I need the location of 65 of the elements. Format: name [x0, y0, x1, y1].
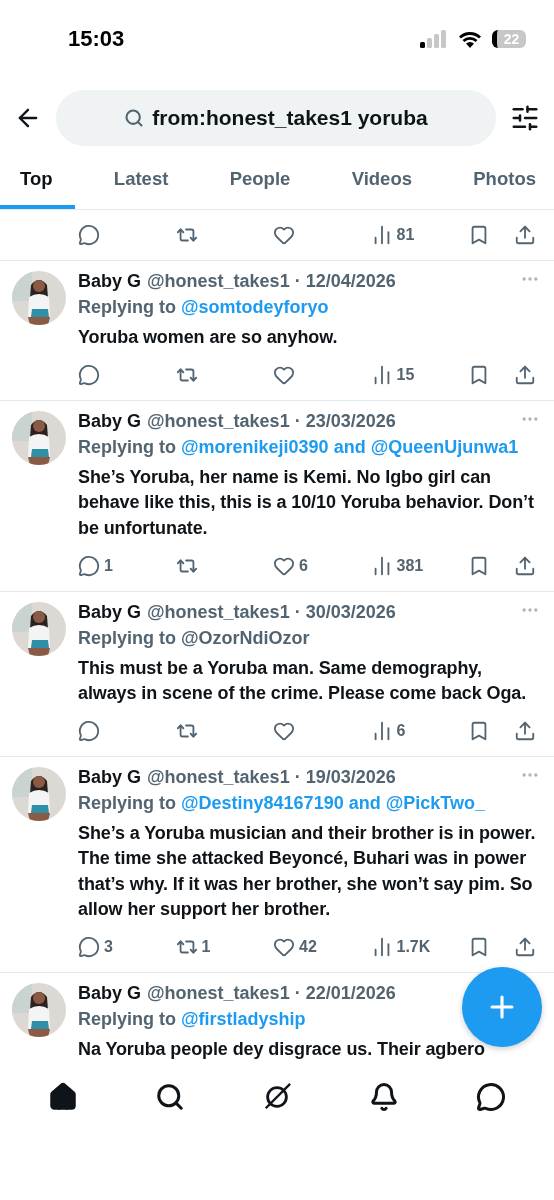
nav-button[interactable]: [368, 1082, 399, 1113]
author-name: Baby G: [78, 411, 142, 433]
replying-to-label: Replying to: [78, 627, 176, 649]
tab[interactable]: Latest: [91, 152, 191, 209]
bell-icon: [368, 1082, 399, 1113]
tab[interactable]: Videos: [329, 152, 434, 209]
status-time: 15:03: [68, 26, 125, 52]
like-button[interactable]: 42: [273, 935, 371, 958]
like-button[interactable]: 6: [273, 554, 371, 577]
settings-icon: [510, 103, 540, 133]
author-name: Baby G: [78, 601, 142, 623]
handle-and-date: @honest_takes1 · 22/01/2026: [147, 982, 396, 1004]
share-icon: [514, 224, 536, 246]
speech-bubble-icon: [475, 1082, 506, 1113]
home-icon: [48, 1082, 79, 1113]
nav-button[interactable]: [155, 1082, 186, 1113]
views-button[interactable]: 81: [370, 224, 468, 246]
speech-bubble-icon: [78, 720, 100, 743]
search-icon: [124, 108, 145, 128]
speech-bubble-icon: [78, 935, 100, 958]
heart-icon: [273, 364, 295, 387]
tab[interactable]: People: [207, 152, 313, 209]
handle-and-date: @honest_takes1 · 12/04/2026: [147, 271, 396, 292]
replying-to-label: Replying to: [78, 297, 176, 318]
speech-bubble-icon: [78, 224, 100, 246]
reply-button[interactable]: 3: [78, 935, 176, 958]
views-button[interactable]: 15: [370, 364, 468, 387]
tweet-text: She’s a Yoruba musician and their brother is in power. The time she attacked Beyoncé, Buhari was in power that’s why. If it was her brother, she won’t say pim. So allow her support her brother.: [78, 822, 537, 921]
nav-button[interactable]: [475, 1082, 506, 1113]
settings-button[interactable]: [510, 103, 540, 133]
tab[interactable]: Top: [0, 152, 75, 209]
views-button[interactable]: 381: [370, 554, 468, 577]
handle-and-date: @honest_takes1 · 19/03/2026: [147, 767, 396, 789]
speech-bubble-icon: [78, 364, 100, 387]
reply-button[interactable]: 1: [78, 554, 176, 577]
share-icon: [514, 554, 536, 577]
replying-to-label: Replying to: [78, 437, 176, 459]
repost-button[interactable]: 1: [175, 935, 273, 958]
share-icon: [514, 935, 536, 958]
views-button[interactable]: 1.7K: [370, 935, 468, 958]
tweet-text: This must be a Yoruba man. Same demography, always in scene of the crime. Please come back Oga.: [78, 656, 528, 705]
tweet-text: She’s Yoruba, her name is Kemi. No Igbo girl can behave like this, this is a 10/10 Yoruba behavior. Don’t be unfortunate.: [78, 466, 535, 540]
battery-level: 22: [492, 30, 526, 48]
heart-icon: [273, 720, 295, 743]
share-icon: [514, 364, 536, 387]
replying-to-label: Replying to: [78, 1008, 176, 1030]
tab[interactable]: Photos: [451, 152, 554, 209]
search-field[interactable]: from:honest_takes1 yoruba: [56, 90, 496, 146]
handle-and-date: @honest_takes1 · 30/03/2026: [147, 601, 396, 623]
replying-to-label: Replying to: [78, 793, 176, 815]
signal-icon: [420, 30, 448, 48]
heart-icon: [273, 224, 295, 246]
tweet-text: Na Yoruba people dey disgrace us. Their agbero: [78, 1037, 486, 1061]
views-button[interactable]: 6: [370, 720, 468, 743]
author-name: Baby G: [78, 982, 142, 1004]
wifi-icon: [458, 30, 482, 48]
nav-button[interactable]: [48, 1082, 79, 1113]
share-icon: [514, 720, 536, 743]
speech-bubble-icon: [78, 554, 100, 577]
author-name: Baby G: [78, 271, 142, 292]
handle-and-date: @honest_takes1 · 23/03/2026: [147, 411, 396, 433]
search-icon: [155, 1082, 186, 1113]
tweet-text: Yoruba women are so anyhow.: [78, 326, 339, 349]
author-name: Baby G: [78, 767, 142, 789]
mention-link[interactable]: @OzorNdiOzor: [181, 627, 310, 649]
